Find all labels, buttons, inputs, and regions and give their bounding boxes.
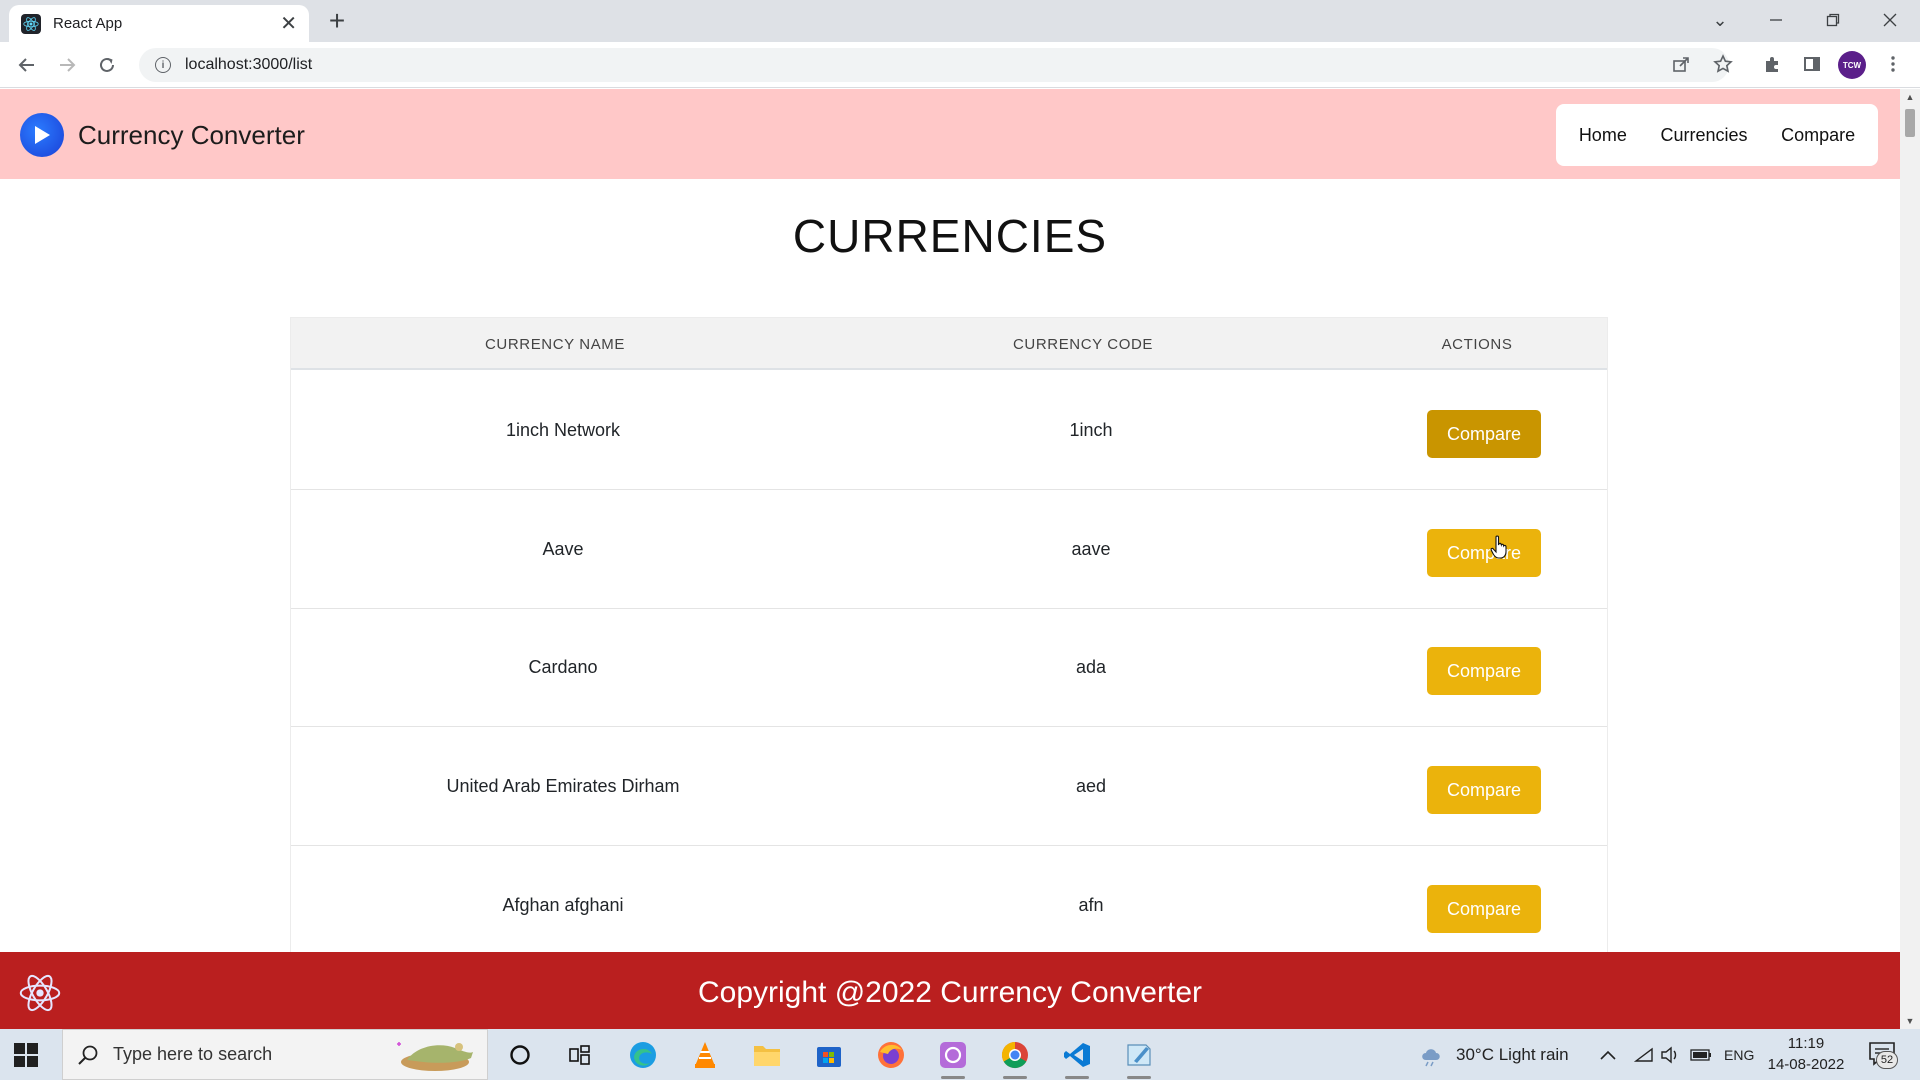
wifi-icon[interactable] — [1634, 1029, 1654, 1080]
search-placeholder[interactable]: Type here to search — [113, 1044, 272, 1065]
brand-title[interactable]: Currency Converter — [78, 120, 305, 151]
battery-icon[interactable] — [1690, 1029, 1712, 1080]
back-arrow-icon[interactable] — [12, 50, 42, 80]
taskbar-search-box[interactable]: Type here to search — [62, 1029, 488, 1080]
browser-menu-icon[interactable] — [1878, 49, 1908, 79]
header-currency-code: CURRENCY CODE — [1012, 336, 1154, 353]
tab-search-chevron-icon[interactable]: ⌄ — [1692, 0, 1748, 40]
nav-link-currencies[interactable]: Currencies — [1660, 125, 1747, 146]
search-highlight-illustration-icon — [397, 1042, 473, 1071]
header-actions: ACTIONS — [1441, 336, 1513, 353]
header-currency-name: CURRENCY NAME — [484, 336, 626, 353]
compare-button[interactable]: Compare — [1427, 766, 1541, 814]
windows-taskbar: Type here to search 30°C Light rain ENG … — [0, 1029, 1920, 1080]
language-indicator[interactable]: ENG — [1724, 1029, 1754, 1080]
play-logo-icon[interactable] — [20, 113, 64, 157]
currency-code: aed — [1075, 776, 1107, 796]
page-scrollbar[interactable]: ▲ ▼ — [1900, 89, 1920, 1029]
side-panel-icon[interactable] — [1797, 49, 1827, 79]
currency-name: United Arab Emirates Dirham — [446, 776, 680, 796]
notepad-icon[interactable] — [1119, 1037, 1159, 1079]
file-explorer-icon[interactable] — [747, 1037, 787, 1073]
reload-icon[interactable] — [92, 50, 122, 80]
table-row: 1inch Network 1inch Compare — [291, 371, 1607, 490]
currency-code: 1inch — [1069, 420, 1113, 440]
scroll-down-arrow-icon[interactable]: ▼ — [1900, 1013, 1920, 1029]
currency-name: 1inch Network — [505, 420, 621, 440]
bookmark-star-icon[interactable] — [1708, 49, 1738, 79]
compare-button[interactable]: Compare — [1427, 885, 1541, 933]
page-title: CURRENCIES — [792, 210, 1108, 262]
currency-name: Afghan afghani — [502, 895, 624, 915]
clock-time: 11:19 — [1787, 1035, 1825, 1052]
extensions-puzzle-icon[interactable] — [1757, 49, 1787, 79]
edge-browser-icon[interactable] — [623, 1037, 663, 1073]
react-favicon-icon — [21, 13, 41, 34]
address-bar[interactable]: i localhost:3000/list — [139, 48, 1729, 82]
app-square-icon[interactable] — [933, 1037, 973, 1079]
forward-arrow-icon[interactable] — [52, 50, 82, 80]
firefox-icon[interactable] — [871, 1037, 911, 1073]
tab-title: React App — [53, 15, 123, 32]
search-icon — [78, 1045, 98, 1065]
restore-icon[interactable] — [1805, 0, 1861, 40]
new-tab-button[interactable]: + — [323, 7, 351, 35]
currency-name: Cardano — [528, 657, 598, 677]
share-icon[interactable] — [1666, 49, 1696, 79]
table-header: CURRENCY NAME CURRENCY CODE ACTIONS — [291, 318, 1607, 370]
microsoft-store-icon[interactable] — [809, 1037, 849, 1073]
table-row: United Arab Emirates Dirham aed Compare — [291, 727, 1607, 846]
table-row: Cardano ada Compare — [291, 608, 1607, 727]
compare-button[interactable]: Compare — [1427, 410, 1541, 458]
weather-widget[interactable]: 30°C Light rain — [1418, 1029, 1569, 1080]
address-url[interactable]: localhost:3000/list — [185, 56, 312, 74]
browser-tab-bar: React App ✕ + ⌄ — [0, 0, 1920, 42]
profile-avatar[interactable]: TCW — [1838, 51, 1866, 79]
currency-code: afn — [1078, 895, 1104, 915]
compare-button[interactable]: Compare — [1427, 647, 1541, 695]
currency-table: CURRENCY NAME CURRENCY CODE ACTIONS 1inc… — [290, 317, 1608, 1029]
tab-close-icon[interactable]: ✕ — [280, 14, 297, 34]
cortana-icon[interactable] — [500, 1037, 540, 1073]
vlc-icon[interactable] — [685, 1037, 725, 1073]
clock-date: 14-08-2022 — [1767, 1056, 1845, 1073]
browser-toolbar: i localhost:3000/list — [0, 42, 1920, 88]
windows-start-icon[interactable] — [14, 1043, 38, 1067]
app-navbar: Currency Converter Home Currencies Compa… — [0, 89, 1900, 179]
currency-name: Aave — [542, 539, 584, 559]
close-window-icon[interactable] — [1862, 0, 1918, 40]
show-hidden-icons-chevron-icon[interactable] — [1600, 1029, 1616, 1080]
currency-code: ada — [1075, 657, 1107, 677]
browser-tab[interactable]: React App ✕ — [9, 5, 309, 42]
notification-count-badge: 52 — [1876, 1051, 1898, 1069]
nav-link-home[interactable]: Home — [1579, 125, 1627, 146]
site-info-icon[interactable]: i — [155, 57, 171, 73]
app-footer: Copyright @2022 Currency Converter — [0, 952, 1900, 1029]
footer-copyright: Copyright @2022 Currency Converter — [697, 976, 1202, 1009]
hand-cursor-icon — [1490, 535, 1507, 559]
scroll-thumb[interactable] — [1905, 109, 1915, 137]
table-row: Afghan afghani afn Compare — [291, 846, 1607, 965]
compare-button[interactable]: Compare — [1427, 529, 1541, 577]
page-viewport: Currency Converter Home Currencies Compa… — [0, 89, 1900, 1029]
vscode-icon[interactable] — [1057, 1037, 1097, 1079]
nav-menu: Home Currencies Compare — [1556, 104, 1878, 166]
nav-link-compare[interactable]: Compare — [1781, 125, 1855, 146]
chrome-icon[interactable] — [995, 1037, 1035, 1079]
scroll-up-arrow-icon[interactable]: ▲ — [1900, 89, 1920, 105]
taskbar-clock[interactable]: 11:19 14-08-2022 — [1756, 1033, 1856, 1075]
weather-text: 30°C Light rain — [1456, 1044, 1569, 1064]
currency-code: aave — [1071, 539, 1111, 559]
cloud-rain-icon — [1422, 1048, 1440, 1066]
table-row: Aave aave Compare — [291, 490, 1607, 609]
task-view-icon[interactable] — [560, 1037, 600, 1073]
speaker-volume-icon[interactable] — [1660, 1029, 1680, 1080]
minimize-icon[interactable] — [1748, 0, 1804, 40]
